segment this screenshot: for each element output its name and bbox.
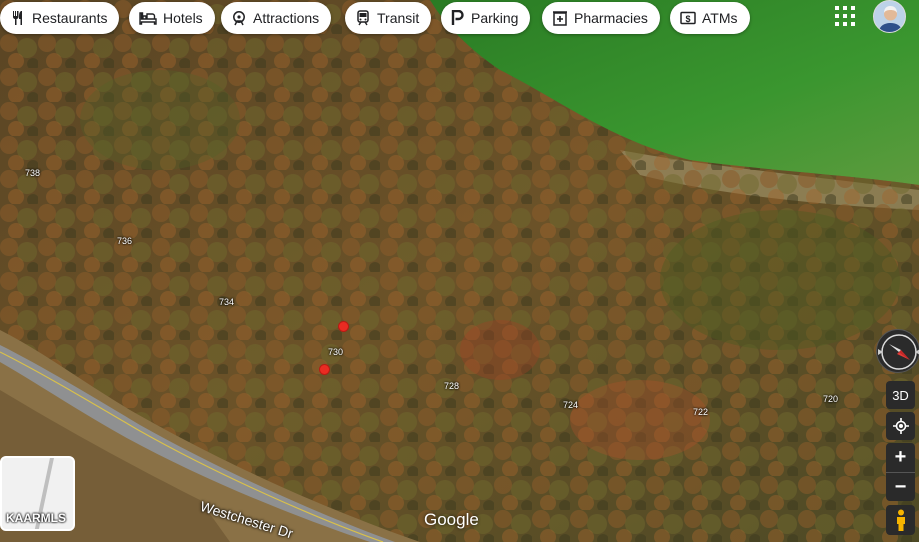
chip-pharmacies[interactable]: Pharmacies [542, 2, 660, 34]
zoom-controls: + − [886, 443, 915, 501]
tilt-3d-button[interactable]: 3D [886, 381, 915, 409]
chip-label: Restaurants [32, 10, 108, 26]
restaurant-icon [13, 11, 22, 25]
elevation-label: 738 [25, 168, 41, 178]
layers-label: KAARMLS [6, 511, 66, 525]
elevation-label: 720 [823, 394, 839, 404]
user-avatar[interactable] [873, 0, 906, 33]
svg-text:$: $ [685, 14, 690, 24]
chip-hotels[interactable]: Hotels [129, 2, 215, 34]
parking-icon [451, 10, 464, 25]
chip-atms[interactable]: $ ATMs [670, 2, 750, 34]
attractions-icon [233, 11, 245, 26]
elevation-label: 734 [219, 297, 235, 307]
compass-button[interactable] [876, 329, 919, 373]
pegman-icon [896, 509, 905, 531]
elevation-label: 722 [693, 407, 709, 417]
street-view-button[interactable] [886, 505, 915, 535]
location-pin[interactable] [338, 321, 349, 332]
chip-transit[interactable]: Transit [345, 2, 432, 34]
transit-icon [357, 10, 369, 26]
chip-label: Pharmacies [574, 10, 648, 26]
elevation-label: 728 [444, 381, 460, 391]
layers-button[interactable]: KAARMLS [0, 456, 75, 531]
chip-label: Hotels [163, 10, 203, 26]
chip-label: ATMs [702, 10, 738, 26]
atm-icon: $ [680, 11, 696, 25]
chip-label: Parking [471, 10, 519, 26]
elevation-label: 736 [117, 236, 133, 246]
elevation-label: 730 [328, 347, 344, 357]
satellite-map[interactable] [0, 0, 919, 542]
apps-grid-icon[interactable] [833, 4, 857, 28]
pharmacy-icon [553, 11, 567, 26]
elevation-label: 724 [563, 400, 579, 410]
chip-attractions[interactable]: Attractions [221, 2, 332, 34]
chip-label: Transit [377, 10, 420, 26]
hotel-icon [139, 12, 157, 25]
google-logo: Google [424, 510, 479, 529]
my-location-button[interactable] [886, 412, 915, 440]
location-pin[interactable] [319, 364, 330, 375]
tilt-label: 3D [892, 387, 909, 403]
compass-icon [878, 334, 919, 370]
zoom-in-button[interactable]: + [886, 443, 915, 472]
chip-restaurants[interactable]: Restaurants [0, 2, 120, 34]
zoom-out-button[interactable]: − [886, 473, 915, 501]
my-location-icon [892, 418, 909, 434]
chip-parking[interactable]: Parking [441, 2, 531, 34]
chip-label: Attractions [253, 10, 320, 26]
